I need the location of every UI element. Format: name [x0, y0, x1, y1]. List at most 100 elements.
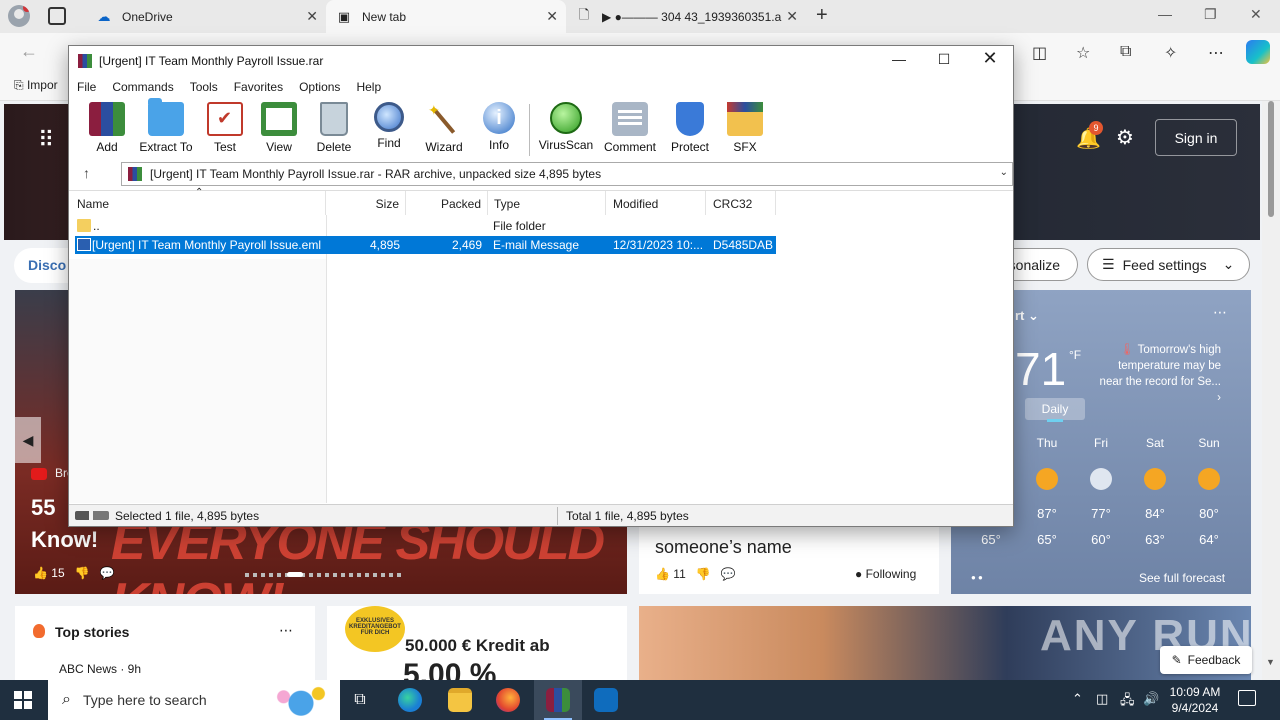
weather-tip[interactable]: 🌡 Tomorrow's high temperature may be nea… [1096, 342, 1221, 406]
volume-icon[interactable]: 🔊 [1143, 691, 1159, 707]
back-arrow-icon[interactable]: ← [20, 41, 38, 62]
feedback-button[interactable]: ✎ Feedback [1160, 646, 1252, 674]
card-reactions[interactable]: 👍 11 👎 💬 [655, 567, 736, 581]
feed-settings-button[interactable]: ☰ Feed settings ⌄ [1087, 248, 1250, 281]
see-full-forecast-link[interactable]: See full forecast [1139, 571, 1225, 585]
carousel-prev-arrow-icon[interactable]: ◀ [15, 417, 41, 463]
page-scrollbar[interactable]: ▼ [1262, 101, 1280, 680]
system-clock[interactable]: 10:09 AM 9/4/2024 [1166, 684, 1224, 716]
gear-icon[interactable]: ⚙ [1116, 125, 1134, 150]
add-button[interactable]: Add [78, 102, 136, 154]
tab-actions-icon[interactable] [48, 7, 66, 25]
table-row-parent-folder[interactable]: .. File folder [75, 217, 776, 235]
like-count[interactable]: 👍 15 👎 💬 [33, 566, 115, 580]
sfx-button[interactable]: SFX [716, 102, 774, 154]
daily-tab[interactable]: Daily [1025, 398, 1085, 422]
news-card[interactable]: someone’s name 👍 11 👎 💬 ● Following [639, 521, 939, 594]
location-label: rt [1015, 308, 1025, 323]
close-tab-icon[interactable]: ✕ [546, 8, 558, 25]
test-button[interactable]: Test [196, 102, 254, 154]
taskbar-firefox[interactable] [484, 680, 532, 720]
task-view-button[interactable]: ⧉ [336, 680, 384, 720]
menu-help[interactable]: Help [356, 80, 381, 94]
close-tab-icon[interactable]: ✕ [306, 8, 318, 25]
network-icon[interactable]: 🖧 [1120, 691, 1135, 713]
virusscan-button[interactable]: VirusScan [536, 102, 596, 152]
more-icon[interactable]: ⋯ [1213, 304, 1227, 321]
column-size[interactable]: Size [326, 191, 406, 215]
taskbar-outlook[interactable] [582, 680, 630, 720]
close-tab-icon[interactable]: ✕ [786, 8, 798, 25]
folder-icon [77, 219, 91, 232]
taskbar-file-explorer[interactable] [436, 680, 484, 720]
up-arrow-icon[interactable]: ↑ [83, 165, 90, 181]
chevron-down-icon[interactable]: ⌄ [1000, 167, 1008, 178]
protect-button[interactable]: Protect [661, 102, 719, 154]
favorites-star-icon[interactable]: ☆ [1076, 43, 1090, 63]
winrar-menubar: File Commands Tools Favorites Options He… [69, 76, 1013, 98]
more-icon[interactable]: ⋯ [279, 622, 293, 639]
info-button[interactable]: i Info [470, 102, 528, 152]
top-stories-card[interactable]: Top stories ⋯ ABC News · 9h [15, 606, 315, 680]
comment-button[interactable]: Comment [599, 102, 661, 154]
menu-options[interactable]: Options [299, 80, 340, 94]
maximize-icon[interactable]: ☐ [930, 51, 958, 71]
notification-center-icon[interactable] [1238, 690, 1256, 706]
minimize-icon[interactable]: — [885, 51, 913, 71]
ad-card[interactable]: EXKLUSIVES KREDITANGEBOT FÜR DICH 50.000… [327, 606, 627, 680]
favorite-import[interactable]: ⎘ Impor [14, 78, 58, 93]
info-icon: i [483, 102, 515, 134]
tab-newtab[interactable]: ▣ New tab ✕ [326, 0, 566, 33]
menu-tools[interactable]: Tools [190, 80, 218, 94]
scrollbar-thumb[interactable] [1268, 101, 1274, 217]
tip-text: Tomorrow's high temperature may be near … [1099, 344, 1221, 388]
menu-file[interactable]: File [77, 80, 96, 94]
scroll-down-arrow-icon[interactable]: ▼ [1266, 657, 1275, 667]
apps-grid-icon[interactable]: ⠿ [38, 127, 54, 153]
tab-media[interactable]: 🗋 ▶ ●——— 304 43_1939360351.a ✕ [566, 0, 806, 33]
extract-to-button[interactable]: Extract To [136, 98, 196, 154]
close-window-icon[interactable]: ✕ [1250, 6, 1262, 23]
column-crc32[interactable]: CRC32 [706, 191, 776, 215]
collections-icon[interactable]: ⧉ [1120, 43, 1131, 61]
table-row-eml-file[interactable]: [Urgent] IT Team Monthly Payroll Issue.e… [75, 236, 776, 254]
thermometer-icon: 🌡 [1120, 344, 1135, 356]
chevron-up-icon[interactable]: ⌃ [1072, 691, 1083, 707]
following-badge[interactable]: ● Following [855, 567, 916, 581]
winrar-titlebar[interactable]: [Urgent] IT Team Monthly Payroll Issue.r… [69, 46, 1013, 76]
search-highlight-icon [272, 684, 330, 716]
file-list[interactable]: Name ⌃ Size Packed Type Modified CRC32 ..… [69, 187, 1013, 503]
restore-icon[interactable]: ❐ [1204, 6, 1217, 23]
column-packed[interactable]: Packed [406, 191, 488, 215]
copilot-icon[interactable] [1246, 40, 1270, 64]
extensions-icon[interactable]: ✧ [1164, 43, 1177, 63]
sunny-icon [1144, 468, 1166, 490]
carousel-dots: ● ● [971, 573, 983, 582]
find-button[interactable]: Find [360, 102, 418, 150]
new-tab-plus-icon[interactable]: + [816, 4, 828, 27]
minimize-icon[interactable]: — [1158, 6, 1172, 22]
column-type[interactable]: Type [488, 191, 606, 215]
taskbar-edge[interactable] [386, 680, 434, 720]
close-icon[interactable]: ✕ [976, 48, 1004, 68]
taskbar-search[interactable]: ⌕ Type here to search [48, 680, 340, 720]
tab-onedrive[interactable]: ☁ OneDrive ✕ [86, 0, 326, 33]
more-menu-icon[interactable]: ⋯ [1208, 43, 1224, 63]
windows-start-icon[interactable] [14, 691, 32, 709]
profile-avatar[interactable] [8, 5, 30, 27]
taskbar-winrar[interactable] [534, 680, 582, 720]
column-modified[interactable]: Modified [606, 191, 706, 215]
status-divider [557, 507, 558, 525]
path-dropdown[interactable]: [Urgent] IT Team Monthly Payroll Issue.r… [121, 162, 1013, 186]
weather-location[interactable]: rt ⌄ [1015, 308, 1039, 324]
split-screen-icon[interactable]: ◫ [1032, 43, 1047, 63]
sign-in-button[interactable]: Sign in [1155, 119, 1237, 156]
delete-button[interactable]: Delete [305, 102, 363, 154]
column-name[interactable]: Name ⌃ [69, 187, 326, 215]
menu-favorites[interactable]: Favorites [234, 80, 283, 94]
menu-commands[interactable]: Commands [112, 80, 173, 94]
wizard-button[interactable]: Wizard [415, 102, 473, 154]
drive-icon[interactable] [75, 511, 109, 520]
view-button[interactable]: View [250, 102, 308, 154]
meet-now-icon[interactable]: ◫ [1096, 691, 1108, 707]
